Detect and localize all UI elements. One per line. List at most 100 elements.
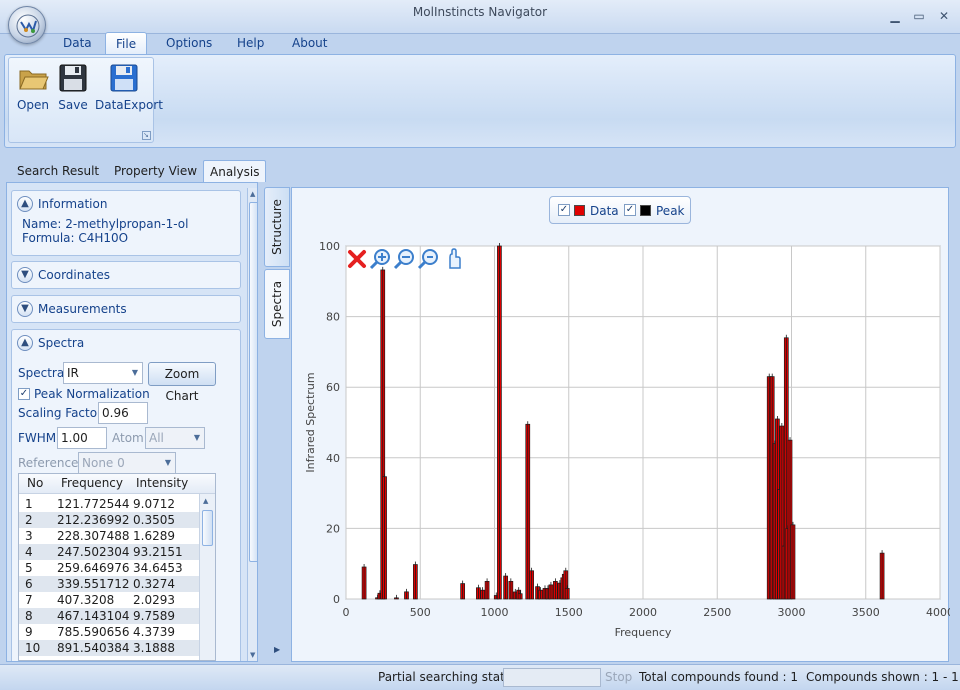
cell-frequency: 785.590656 [57,625,130,639]
cell-frequency: 339.551712 [57,577,130,591]
tab-structure[interactable]: Structure [264,187,290,267]
chevron-up-icon[interactable]: ▲ [17,196,33,212]
scroll-thumb[interactable] [202,510,213,546]
close-button[interactable]: ✕ [935,8,953,24]
table-row[interactable]: 6 339.551712 0.3274 [19,576,201,592]
cell-intensity: 93.2151 [133,545,183,559]
table-row[interactable]: 3 228.307488 1.6289 [19,528,201,544]
menu-bar: Data File Options Help About [0,30,960,55]
menu-tab-about[interactable]: About [282,32,337,55]
zoom-chart-button[interactable]: Zoom Chart [148,362,216,403]
floppy-save-icon [57,62,89,94]
open-button[interactable]: Open [15,62,51,112]
y-tick-label: 40 [326,452,340,465]
tab-search-result[interactable]: Search Result [11,160,105,182]
information-title: Information [38,197,108,211]
minimize-button[interactable]: ▁ [886,8,904,24]
app-orb-button[interactable] [8,6,46,44]
chevron-down-icon[interactable]: ▼ [17,267,33,283]
molinstincts-logo-icon [16,14,40,38]
information-header[interactable]: ▲ Information [12,191,240,217]
scroll-thumb[interactable] [249,202,257,562]
chevron-down-icon[interactable]: ▼ [17,301,33,317]
scroll-up-icon[interactable]: ▲ [203,497,208,505]
chevron-down-icon: ▼ [131,368,138,377]
tab-spectra-label: Spectra [270,280,284,328]
data-export-button[interactable]: DataExport [95,62,163,112]
ir-spectrum-chart[interactable]: 0 500 1000 1500 2000 2500 3000 3500 4000 0 20 40 60 8… [292,188,950,663]
save-label: Save [58,98,88,112]
open-label: Open [16,98,50,112]
cell-frequency: 247.502304 [57,545,130,559]
group-launcher-icon[interactable]: ↘ [142,131,151,140]
panel-scrollbar[interactable]: ▲ ▼ [247,188,257,661]
x-axis-label: Frequency [615,626,672,639]
cell-no: 1 [25,497,33,511]
spectra-type-select[interactable]: IR ▼ [63,362,143,384]
scaling-factor-label: Scaling Factor [18,406,103,420]
data-export-label: DataExport [95,98,163,112]
x-tick-label: 3500 [852,606,880,619]
spectra-type-value: IR [67,366,79,380]
window-title: MolInstincts Navigator [412,5,548,19]
menu-tab-help[interactable]: Help [227,32,274,55]
expand-arrow-icon[interactable]: ▶ [274,645,280,654]
table-scrollbar[interactable]: ▲ [199,494,215,660]
save-button[interactable]: Save [57,62,89,112]
reference-value: None 0 [82,456,125,470]
reference-label: Reference [18,456,79,470]
cell-no: 10 [25,641,41,655]
table-row[interactable]: 5 259.646976 34.6453 [19,560,201,576]
spectra-header[interactable]: ▲ Spectra [12,330,240,356]
table-row[interactable]: 10 891.540384 3.1888 [19,640,201,656]
maximize-button[interactable]: ▭ [910,8,928,24]
cell-frequency: 212.236992 [57,513,130,527]
cell-intensity: 1.6289 [133,529,175,543]
measurements-section: ▼ Measurements [11,295,241,323]
cell-no: 7 [25,593,33,607]
fwhm-input[interactable]: 1.00 [57,427,107,449]
menu-tab-options[interactable]: Options [156,32,222,55]
scroll-up-icon[interactable]: ▲ [250,190,255,198]
menu-tab-data[interactable]: Data [53,32,102,55]
measurements-header[interactable]: ▼ Measurements [12,296,240,322]
table-row[interactable]: 4 247.502304 93.2151 [19,544,201,560]
chevron-down-icon: ▼ [164,458,171,467]
data-export-icon [108,62,140,94]
cell-no: 2 [25,513,33,527]
table-row[interactable]: 2 212.236992 0.3505 [19,512,201,528]
table-row[interactable]: 9 785.590656 4.3739 [19,624,201,640]
ribbon-group-file: Open Save DataExport ↘ [8,57,163,143]
peaks-table: No Frequency Intensity 1 121.772544 9.0712… [18,473,216,661]
x-tick-label: 3000 [778,606,806,619]
table-row[interactable]: 8 467.143104 9.7589 [19,608,201,624]
y-tick-label: 80 [326,311,340,324]
coordinates-header[interactable]: ▼ Coordinates [12,262,240,288]
tab-property-view[interactable]: Property View [108,160,203,182]
peak-normalization-checkbox[interactable]: ✓ [18,388,30,400]
x-tick-label: 2000 [629,606,657,619]
cell-frequency: 407.3208 [57,593,115,607]
stop-button[interactable]: Stop [605,670,632,684]
menu-tab-file[interactable]: File [105,32,148,55]
chevron-up-icon[interactable]: ▲ [17,335,33,351]
cell-no: 6 [25,577,33,591]
spectrum-chart-panel: ✓ Data ✓ Peak 0 500 1000 1500 2000 2500 3000 35… [291,187,950,663]
page-tabs: Search Result Property View Analysis [0,158,960,182]
atom-select[interactable]: All ▼ [145,427,205,449]
partial-search-progress [503,668,601,687]
tab-analysis[interactable]: Analysis [203,160,267,182]
table-row[interactable]: 1 121.772544 9.0712 [19,496,201,512]
scroll-down-icon[interactable]: ▼ [250,651,255,659]
tab-spectra[interactable]: Spectra [264,269,290,339]
spectra-title: Spectra [38,336,85,350]
column-header-intensity[interactable]: Intensity [136,476,188,490]
column-header-no[interactable]: No [27,476,43,490]
cell-intensity: 0.3505 [133,513,175,527]
table-row[interactable]: 7 407.3208 2.0293 [19,592,201,608]
scaling-factor-input[interactable]: 0.96 [98,402,148,424]
column-header-frequency[interactable]: Frequency [61,476,123,490]
cell-no: 5 [25,561,33,575]
cell-intensity: 4.3739 [133,625,175,639]
reference-select[interactable]: None 0 ▼ [78,452,176,474]
